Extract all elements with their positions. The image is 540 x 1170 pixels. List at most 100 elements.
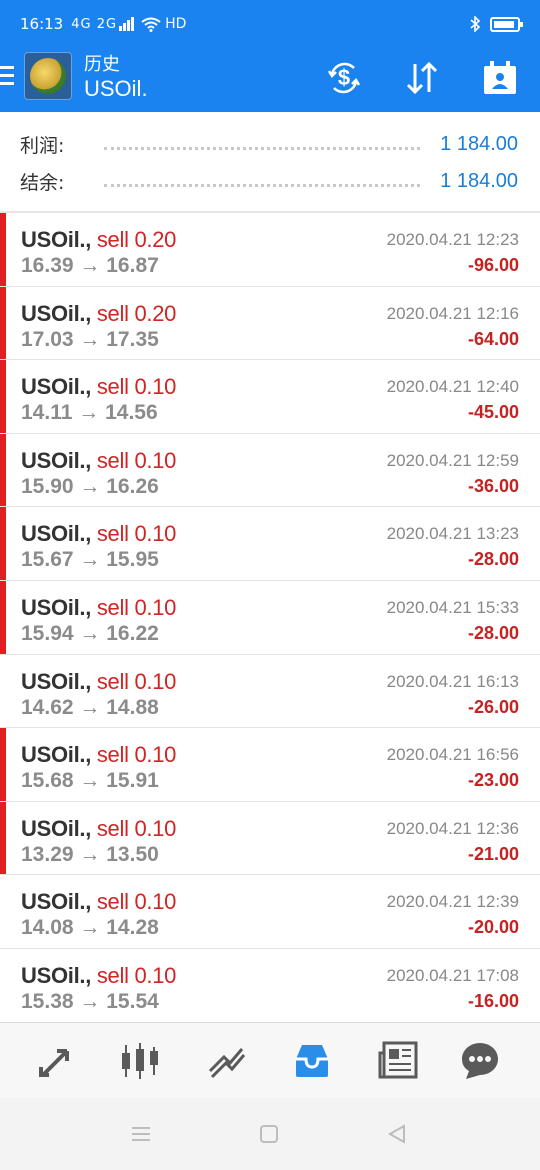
arrow-right-icon: → [79, 916, 101, 940]
deal-close-price: 16.22 [106, 621, 159, 645]
deal-marker [0, 728, 6, 801]
deals-list: USOil., sell 0.20 16.39 → 16.87 2020.04.… [0, 213, 540, 1023]
deal-open-price: 15.38 [21, 989, 74, 1013]
deal-time: 2020.04.21 12:16 [386, 303, 519, 323]
deal-type: sell 0.10 [96, 521, 177, 547]
arrow-right-icon: → [79, 474, 101, 498]
arrow-right-icon: → [79, 548, 101, 572]
deal-row[interactable]: USOil., sell 0.10 14.11 → 14.56 2020.04.… [0, 360, 540, 434]
section-title: 历史 [84, 54, 120, 75]
deal-open-price: 15.68 [21, 769, 74, 793]
deal-close-price: 14.28 [106, 916, 159, 940]
deal-type: sell 0.20 [96, 300, 177, 326]
arrow-right-icon: → [79, 695, 101, 719]
deal-profit: -45.00 [467, 402, 519, 423]
deal-symbol: USOil., [21, 300, 92, 326]
menu-nav-icon[interactable] [129, 1122, 153, 1146]
deal-time: 2020.04.21 12:23 [386, 230, 519, 249]
deal-symbol: USOil., [21, 594, 92, 620]
home-nav-icon[interactable] [257, 1122, 281, 1146]
deal-symbol: USOil., [21, 742, 92, 768]
deal-close-price: 15.95 [106, 548, 159, 572]
deal-row[interactable]: USOil., sell 0.10 15.94 → 16.22 2020.04.… [0, 580, 540, 655]
deal-time: 2020.04.21 12:59 [386, 450, 519, 470]
quotes-icon[interactable] [33, 1039, 77, 1083]
svg-text:$: $ [338, 65, 350, 90]
deal-marker [0, 507, 6, 580]
deal-time: 2020.04.21 13:23 [386, 524, 519, 544]
arrow-right-icon: → [78, 401, 100, 425]
deal-row[interactable]: USOil., sell 0.10 13.29 → 13.50 2020.04.… [0, 801, 540, 876]
deal-type: sell 0.10 [96, 742, 177, 768]
deal-time: 2020.04.21 12:40 [386, 377, 519, 397]
deal-time: 2020.04.21 12:39 [386, 892, 519, 912]
balance-value: 1 184.00 [440, 169, 518, 192]
deal-marker [0, 433, 6, 507]
deal-row[interactable]: USOil., sell 0.20 16.39 → 16.87 2020.04.… [0, 213, 540, 287]
deal-profit: -36.00 [467, 475, 519, 496]
deal-type: sell 0.10 [96, 962, 177, 988]
deal-row[interactable]: USOil., sell 0.10 15.67 → 15.95 2020.04.… [0, 507, 540, 581]
deal-profit: -96.00 [467, 255, 519, 275]
bluetooth-icon [470, 16, 480, 32]
balance-label: 结余: [20, 171, 65, 194]
dotted-leader [104, 183, 421, 187]
deal-symbol: USOil., [21, 815, 92, 841]
deal-symbol: USOil., [21, 668, 92, 694]
hd-indicator: HD [165, 16, 187, 32]
sort-icon[interactable] [402, 58, 442, 98]
bottom-tab-bar [0, 1022, 540, 1098]
back-nav-icon[interactable] [385, 1122, 409, 1146]
deal-profit: -23.00 [467, 770, 519, 791]
history-icon[interactable] [290, 1039, 334, 1083]
menu-icon[interactable] [0, 66, 14, 88]
deal-profit: -28.00 [467, 622, 519, 643]
deal-open-price: 14.08 [21, 916, 74, 940]
arrow-right-icon: → [79, 769, 101, 793]
deal-close-price: 15.54 [106, 989, 159, 1013]
deal-profit: -16.00 [467, 990, 519, 1011]
profit-value: 1 184.00 [440, 132, 518, 155]
deal-close-price: 14.56 [105, 401, 158, 425]
balance-row: 结余: 1 184.00 [20, 166, 518, 196]
currency-exchange-icon[interactable]: $ [324, 58, 364, 98]
arrow-right-icon: → [79, 989, 101, 1013]
deal-profit: -21.00 [467, 843, 519, 864]
news-icon[interactable] [376, 1039, 420, 1083]
symbol-title[interactable]: USOil. [84, 76, 148, 102]
chart-icon[interactable] [118, 1039, 162, 1083]
deal-marker [0, 580, 6, 654]
profit-row: 利润: 1 184.00 [20, 129, 518, 159]
status-bar: 16:13 4G 2G HD [0, 0, 540, 48]
deal-marker [0, 801, 6, 875]
deal-row[interactable]: USOil., sell 0.20 17.03 → 17.35 2020.04.… [0, 286, 540, 361]
deal-time: 2020.04.21 16:56 [386, 745, 519, 765]
deal-row[interactable]: USOil., sell 0.10 15.68 → 15.91 2020.04.… [0, 728, 540, 802]
deal-type: sell 0.10 [96, 815, 177, 841]
deal-row[interactable]: USOil., sell 0.10 15.90 → 16.26 2020.04.… [0, 433, 540, 508]
deal-symbol: USOil., [21, 227, 92, 252]
app-logo [24, 52, 72, 100]
deal-row[interactable]: USOil., sell 0.10 14.62 → 14.88 2020.04.… [0, 654, 540, 729]
deal-row[interactable]: USOil., sell 0.10 15.38 → 15.54 2020.04.… [0, 948, 540, 1023]
calendar-icon[interactable] [480, 58, 520, 98]
deal-symbol: USOil., [21, 374, 92, 400]
deal-close-price: 15.91 [106, 769, 159, 793]
arrow-right-icon: → [79, 842, 101, 866]
deal-time: 2020.04.21 12:36 [386, 818, 519, 838]
deal-type: sell 0.20 [96, 227, 177, 252]
deal-row[interactable]: USOil., sell 0.10 14.08 → 14.28 2020.04.… [0, 875, 540, 949]
deal-open-price: 15.94 [21, 621, 74, 645]
summary-panel: 利润: 1 184.00 结余: 1 184.00 [0, 112, 540, 212]
network-indicator: 4G 2G [71, 16, 118, 32]
deal-open-price: 14.62 [21, 695, 74, 719]
deal-open-price: 15.67 [21, 548, 74, 572]
deal-open-price: 15.90 [21, 474, 74, 498]
messages-icon[interactable] [458, 1039, 502, 1083]
deal-time: 2020.04.21 15:33 [386, 597, 519, 617]
deal-profit: -28.00 [467, 549, 519, 570]
trade-icon[interactable] [204, 1039, 248, 1083]
deal-open-price: 16.39 [21, 254, 74, 277]
deal-type: sell 0.10 [96, 668, 177, 694]
status-time: 16:13 [20, 15, 64, 33]
